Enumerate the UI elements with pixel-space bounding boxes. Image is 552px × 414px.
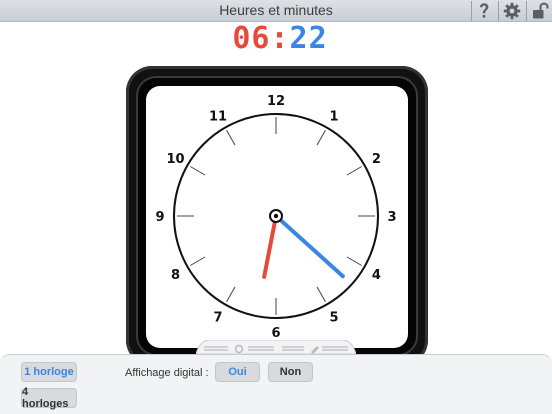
digital-display-label: Affichage digital : [125,367,209,379]
clock-number: 3 [387,210,396,225]
four-clocks-button[interactable]: 4 horloges [21,386,77,410]
digital-separator: : [270,20,290,56]
question-mark-icon[interactable] [472,0,496,22]
clock-tick [316,286,326,302]
clock-number: 5 [329,310,338,325]
clock-number: 6 [271,326,280,341]
clock-center-dot [273,213,279,219]
clock-number: 4 [372,268,381,283]
clock-number: 9 [155,210,164,225]
clock-tick [346,166,362,176]
clock-number: 11 [209,110,227,125]
digital-yes-button[interactable]: Oui [215,362,260,382]
clock-tick [190,256,206,266]
clock-tick [226,286,236,302]
one-clock-button[interactable]: 1 horloge [21,362,77,382]
title-bar: Heures et minutes [0,0,552,22]
hour-hand[interactable] [262,214,278,279]
clock-tick [226,130,236,146]
clock-number: 7 [213,310,222,325]
clock-number: 12 [267,94,285,109]
toolbar-separator [526,1,527,21]
clock-tick [190,166,206,176]
digital-time-display: 06 : 22 [226,21,334,56]
bottom-control-panel: 1 horloge 4 horloges Affichage digital :… [0,354,552,414]
digital-minutes: 22 [289,20,328,56]
minute-hand[interactable] [274,214,345,279]
digital-no-button[interactable]: Non [268,362,313,382]
clock-number: 1 [329,110,338,125]
clock-number: 10 [166,152,184,167]
analog-clock[interactable]: 121234567891011 [146,86,408,348]
gear-icon[interactable] [500,0,524,22]
clock-number: 2 [372,152,381,167]
digital-hours: 06 [232,20,271,56]
unlocked-padlock-icon[interactable] [528,0,552,22]
toolbar-separator [498,1,499,21]
clock-tick [346,256,362,266]
clock-number: 8 [171,268,180,283]
window-title: Heures et minutes [219,2,333,18]
clock-tick [316,130,326,146]
